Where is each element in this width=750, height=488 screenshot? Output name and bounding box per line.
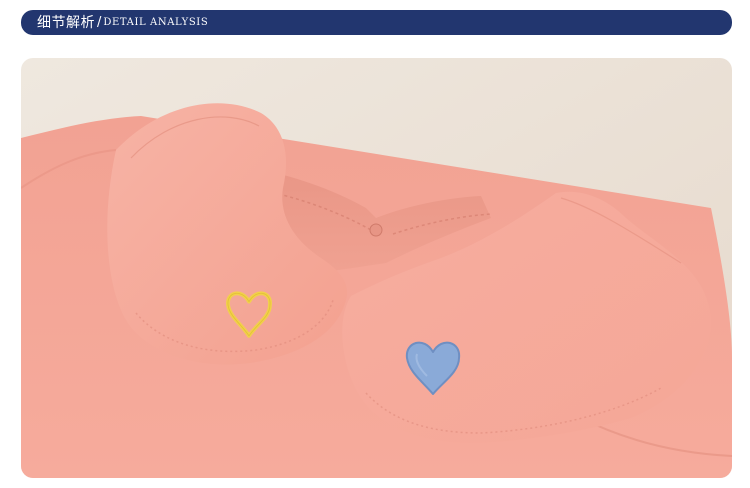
section-title: 细节解析 [37, 14, 95, 31]
section-header-bar: 细节解析 / DETAIL ANALYSIS [21, 10, 732, 35]
section-subtitle: DETAIL ANALYSIS [103, 17, 209, 28]
collar-illustration [21, 58, 732, 478]
title-separator: / [97, 15, 102, 30]
product-detail-photo [21, 58, 732, 478]
neck-button [369, 223, 383, 237]
